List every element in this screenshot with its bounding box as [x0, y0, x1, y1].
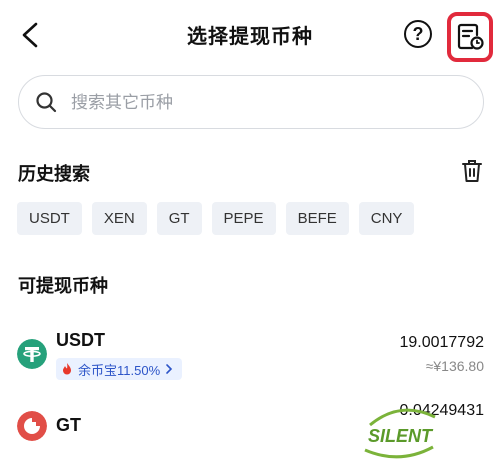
history-chip[interactable]: PEPE — [211, 202, 276, 235]
history-chip[interactable]: USDT — [17, 202, 82, 235]
yield-badge[interactable]: 余币宝11.50% — [56, 358, 183, 380]
flame-icon — [63, 363, 71, 375]
trash-icon[interactable] — [460, 158, 484, 184]
tether-icon — [17, 339, 47, 369]
history-chip[interactable]: GT — [156, 202, 202, 235]
withdraw-history-button[interactable] — [447, 12, 493, 62]
coin-amount: 19.0017792 — [399, 334, 484, 351]
search-icon — [36, 92, 57, 113]
watermark-logo: SILENT — [364, 408, 436, 459]
header: 选择提现币种 ? — [0, 0, 500, 72]
yield-badge-label: 余币宝11.50% — [78, 362, 161, 378]
history-chips: USDT XEN GT PEPE BEFE CNY — [17, 202, 415, 235]
search-input[interactable] — [69, 88, 453, 118]
watermark-text: SILENT — [368, 426, 434, 446]
search-bar[interactable] — [18, 75, 484, 129]
history-chip[interactable]: XEN — [91, 202, 147, 235]
record-clock-icon — [457, 23, 484, 50]
history-chip[interactable]: CNY — [358, 202, 415, 235]
help-icon[interactable]: ? — [404, 20, 432, 48]
coin-name: USDT — [56, 330, 105, 350]
history-section-title: 历史搜索 — [18, 164, 90, 184]
coin-name: GT — [56, 415, 81, 435]
history-chip[interactable]: BEFE — [285, 202, 349, 235]
coin-cny-value: ≈¥136.80 — [425, 358, 484, 374]
available-section-title: 可提现币种 — [18, 276, 108, 296]
chevron-right-icon — [166, 364, 173, 374]
gatetoken-icon — [17, 411, 47, 441]
